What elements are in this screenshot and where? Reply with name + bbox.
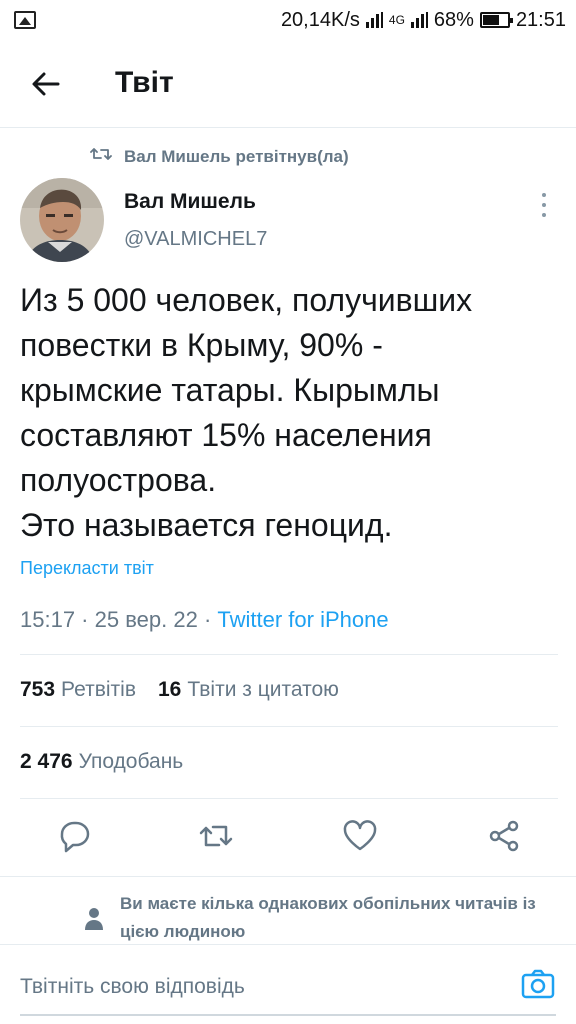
reply-bar [0,944,576,1024]
tweet-meta: 15:17 · 25 вер. 22 · Twitter for iPhone [20,607,389,633]
author-name[interactable]: Вал Мишель [124,190,256,214]
avatar[interactable] [20,178,104,262]
signal-icon [365,12,383,28]
tweet-source-link[interactable]: Twitter for iPhone [217,607,388,632]
signal-icon-2 [410,12,428,28]
retweets-label: Ретвітів [61,678,136,701]
reply-icon[interactable] [54,816,94,856]
translate-tweet-link[interactable]: Перекласти твіт [20,558,154,579]
clock: 21:51 [515,8,566,31]
tweet-date: 25 вер. 22 [94,607,198,632]
gallery-notification-icon [14,11,36,29]
page-title: Твіт [115,66,174,99]
share-icon[interactable] [484,816,524,856]
reply-underline [20,1014,556,1016]
retweets-count: 753 [20,678,56,701]
quotes-label: Твіти з цитатою [187,678,339,701]
divider [20,726,558,727]
likes-count: 2 476 [20,750,73,773]
camera-icon[interactable] [520,967,556,1001]
divider [20,798,558,799]
likes-stat[interactable]: 2 476 Уподобань [20,750,183,774]
divider [20,654,558,655]
likes-label: Уподобань [78,750,184,773]
retweet-icon[interactable] [196,816,236,856]
tweet-actions [0,816,576,860]
battery-icon [479,12,513,28]
net-speed: 20,14K/s [280,8,360,31]
author-handle[interactable]: @VALMICHEL7 [124,228,267,251]
more-options-icon[interactable] [532,190,556,220]
person-icon [84,906,104,932]
back-arrow-icon[interactable] [28,66,64,102]
retweeted-by-label: Вал Мишель ретвітнув(ла) [124,146,349,166]
top-app-bar: Твіт [0,40,576,128]
retweeted-by[interactable]: Вал Мишель ретвітнув(ла) [90,146,349,167]
retweet-small-icon [90,146,112,167]
meta-separator: · [75,607,95,632]
status-bar: 20,14K/s 4G 68% 21:51 [0,0,576,40]
retweets-stat[interactable]: 753 Ретвітів [20,678,136,702]
quotes-count: 16 [158,678,182,701]
network-type: 4G [388,13,405,27]
tweet-text: Из 5 000 человек, получивших повестки в … [20,282,473,543]
mutual-followers-note[interactable]: Ви маєте кілька однакових обопільних чит… [120,890,540,946]
retweet-stats: 753 Ретвітів 16 Твіти з цитатою [20,678,339,702]
battery-percent: 68% [433,8,474,31]
status-right: 20,14K/s 4G 68% 21:51 [281,9,566,32]
meta-separator: · [197,607,218,632]
tweet-time: 15:17 [20,607,76,632]
reply-input[interactable] [20,967,500,1007]
quotes-stat[interactable]: 16 Твіти з цитатою [158,678,339,702]
like-icon[interactable] [340,816,380,856]
